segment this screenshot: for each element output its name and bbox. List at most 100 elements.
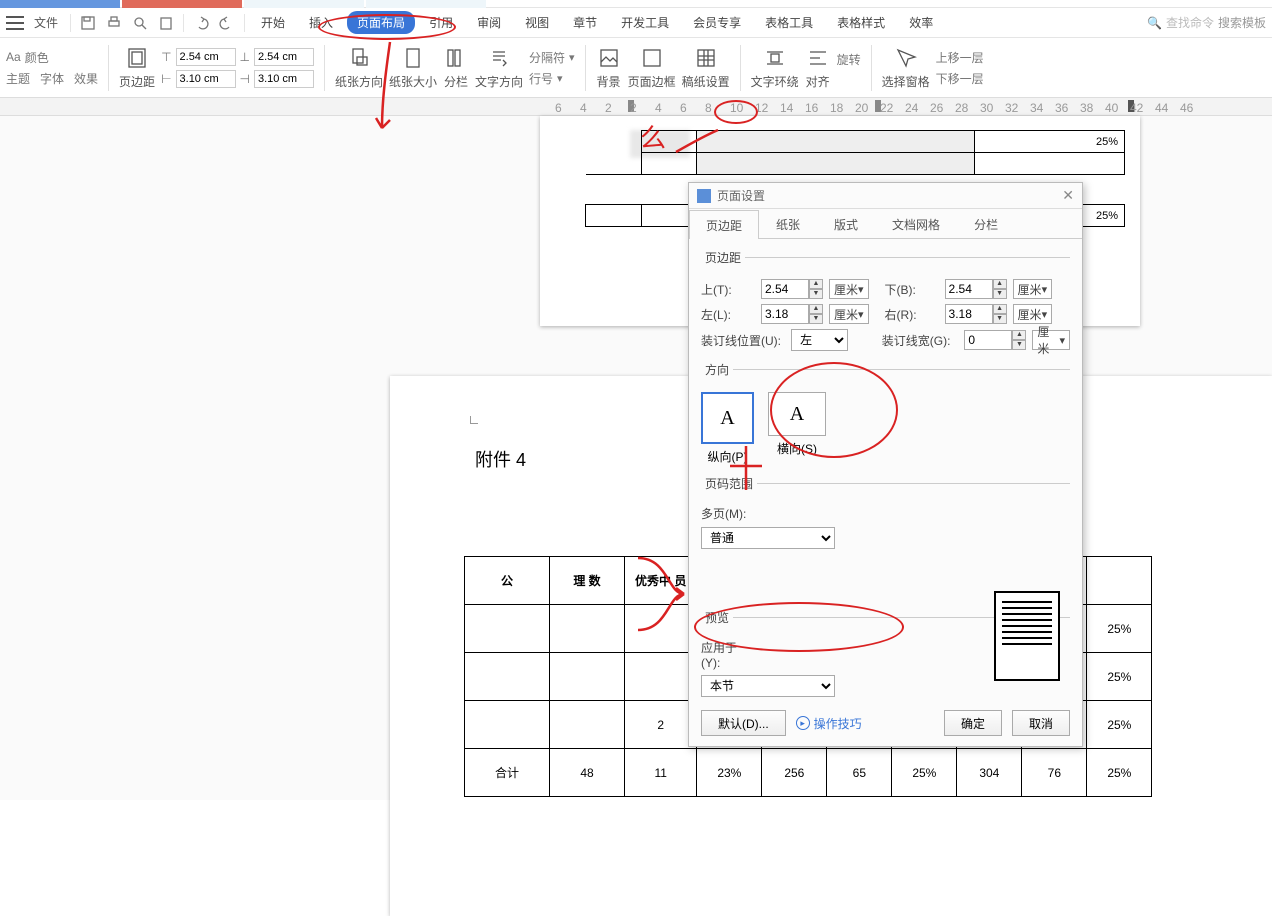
bring-forward[interactable]: 上移一层 [936, 49, 984, 66]
menu-table-style[interactable]: 表格样式 [827, 11, 895, 34]
redo-icon[interactable] [216, 12, 238, 34]
margin-bottom-input[interactable] [254, 48, 314, 66]
tab-margins[interactable]: 页边距 [689, 210, 759, 239]
tab-columns[interactable]: 分栏 [957, 209, 1015, 238]
orientation-legend: 方向 [701, 361, 733, 378]
tips-link[interactable]: ▸操作技巧 [796, 715, 862, 732]
tab-paper[interactable]: 纸张 [759, 209, 817, 238]
menu-insert[interactable]: 插入 [299, 11, 343, 34]
columns-button[interactable]: 分栏 [443, 45, 469, 90]
menu-references[interactable]: 引用 [419, 11, 463, 34]
unit-select[interactable]: 厘米▾ [1013, 304, 1053, 324]
attachment-title: 附件 4 [475, 446, 526, 472]
gutter-pos-select[interactable]: 左 [791, 329, 848, 351]
menu-page-layout[interactable]: 页面布局 [347, 11, 415, 34]
multipage-label: 多页(M): [701, 505, 755, 522]
orientation-landscape[interactable]: A横向(S) [768, 392, 826, 465]
menu-devtools[interactable]: 开发工具 [611, 11, 679, 34]
orientation-portrait[interactable]: A纵向(P) [701, 392, 754, 465]
undo-icon[interactable] [190, 12, 212, 34]
horizontal-ruler[interactable]: 6422468101214161820222426283032343638404… [0, 98, 1272, 116]
text-wrap-button[interactable]: 文字环绕 [751, 45, 799, 90]
margin-bottom-icon: ⊥ [240, 50, 250, 64]
menu-vip[interactable]: 会员专享 [683, 11, 751, 34]
close-icon[interactable]: ✕ [1062, 187, 1074, 204]
print-icon[interactable] [103, 12, 125, 34]
gutter-pos-label: 装订线位置(U): [701, 332, 785, 349]
task-tab[interactable] [122, 0, 242, 8]
line-number-button[interactable]: 行号 [529, 70, 553, 87]
menu-section[interactable]: 章节 [563, 11, 607, 34]
margins-button[interactable]: 页边距 [119, 45, 155, 90]
unit-select[interactable]: 厘米▾ [829, 279, 869, 299]
unit-select[interactable]: 厘米▾ [1032, 330, 1070, 350]
unit-select[interactable]: 厘米▾ [1013, 279, 1053, 299]
pages-legend: 页码范围 [701, 475, 757, 492]
align-button[interactable]: 对齐 [805, 45, 831, 90]
app-menubar: 文件 开始 插入 页面布局 引用 审阅 视图 章节 开发工具 会员专享 表格工具… [0, 8, 1272, 38]
send-backward[interactable]: 下移一层 [936, 70, 984, 87]
th: 优秀中 员 [625, 557, 697, 605]
multipage-select[interactable]: 普通 [701, 527, 835, 549]
dialog-titlebar[interactable]: 页面设置 ✕ [689, 183, 1082, 209]
preview-icon[interactable] [129, 12, 151, 34]
left-label: 左(L): [701, 306, 755, 323]
menu-start[interactable]: 开始 [251, 11, 295, 34]
ribbon-page-layout: Aa颜色 主题字体效果 页边距 ⊤⊥ ⊢⊣ 纸张方向 纸张大小 分栏 文字方向 … [0, 38, 1272, 98]
cancel-button[interactable]: 取消 [1012, 710, 1070, 736]
margin-left-input[interactable] [176, 70, 236, 88]
margin-left-icon: ⊢ [161, 72, 171, 86]
tab-grid[interactable]: 文档网格 [875, 209, 957, 238]
dialog-app-icon [697, 189, 711, 203]
spin-down-icon[interactable]: ▼ [809, 289, 823, 299]
page-border-button[interactable]: 页面边框 [628, 45, 676, 90]
th [1087, 557, 1152, 605]
margin-right-input[interactable] [254, 70, 314, 88]
theme-font-label[interactable]: 字体 [40, 70, 64, 87]
break-button[interactable]: 分隔符 [529, 49, 565, 66]
hamburger-icon[interactable] [6, 16, 24, 30]
spin-up-icon[interactable]: ▲ [809, 279, 823, 289]
margins-legend: 页边距 [701, 249, 745, 266]
text-direction-button[interactable]: 文字方向 [475, 45, 523, 90]
tab-layout[interactable]: 版式 [817, 209, 875, 238]
task-tab[interactable] [366, 0, 486, 8]
background-button[interactable]: 背景 [596, 45, 622, 90]
paste-icon[interactable] [155, 12, 177, 34]
os-taskbar [0, 0, 1272, 8]
th: 公 [465, 557, 550, 605]
search-commands[interactable]: 查找命令 [1166, 14, 1214, 31]
menu-efficiency[interactable]: 效率 [899, 11, 943, 34]
apply-to-select[interactable]: 本节 [701, 675, 835, 697]
margin-top-input[interactable] [176, 48, 236, 66]
theme-main[interactable]: 主题 [6, 70, 30, 87]
ok-button[interactable]: 确定 [944, 710, 1002, 736]
left-input[interactable] [761, 304, 809, 324]
apply-to-label: 应用于(Y): [701, 639, 755, 670]
gutter-width-input[interactable] [964, 330, 1012, 350]
top-input[interactable] [761, 279, 809, 299]
right-label: 右(R): [885, 306, 939, 323]
default-button[interactable]: 默认(D)... [701, 710, 786, 736]
right-input[interactable] [945, 304, 993, 324]
task-tab[interactable] [0, 0, 120, 8]
file-menu[interactable]: 文件 [28, 14, 64, 31]
selection-pane-button[interactable]: 选择窗格 [882, 45, 930, 90]
effects-label[interactable]: 效果 [74, 70, 98, 87]
search-templates[interactable]: 搜索模板 [1218, 14, 1266, 31]
draft-paper-button[interactable]: 稿纸设置 [682, 45, 730, 90]
menu-table-tools[interactable]: 表格工具 [755, 11, 823, 34]
search-icon[interactable]: 🔍 [1147, 16, 1162, 30]
bottom-input[interactable] [945, 279, 993, 299]
save-icon[interactable] [77, 12, 99, 34]
task-tab[interactable] [244, 0, 364, 8]
paper-orientation-button[interactable]: 纸张方向 [335, 45, 383, 90]
menu-view[interactable]: 视图 [515, 11, 559, 34]
unit-select[interactable]: 厘米▾ [829, 304, 869, 324]
rotate-button[interactable]: 旋转 [837, 51, 861, 68]
margin-right-icon: ⊣ [240, 72, 250, 86]
menu-review[interactable]: 审阅 [467, 11, 511, 34]
dialog-title: 页面设置 [717, 187, 765, 204]
theme-color-label[interactable]: 颜色 [25, 49, 49, 66]
paper-size-button[interactable]: 纸张大小 [389, 45, 437, 90]
